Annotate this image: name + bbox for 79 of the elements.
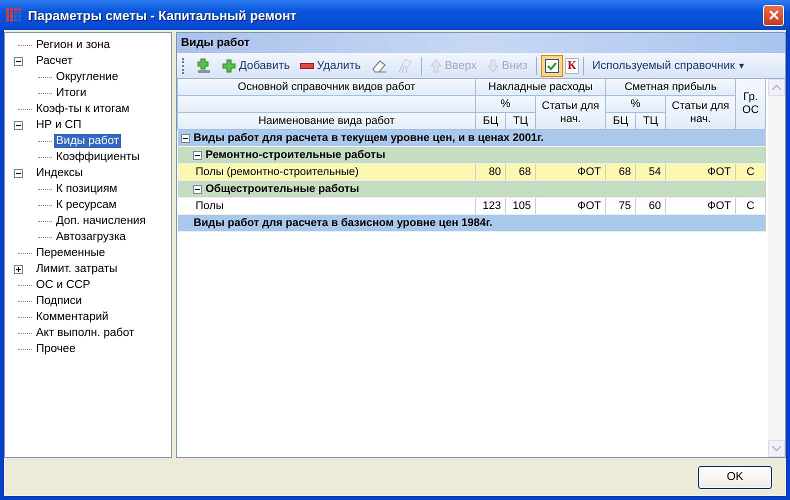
down-caret-icon	[772, 446, 781, 451]
broom-icon	[396, 58, 413, 74]
collapse-toggle[interactable]	[13, 56, 24, 66]
close-icon	[768, 10, 778, 20]
reference-dropdown[interactable]: Используемый справочник ▾	[588, 54, 748, 76]
tree-item[interactable]: Индексы	[34, 166, 85, 180]
tree-item[interactable]: Коэффициенты	[54, 150, 142, 164]
column-header: Гр. ОС	[736, 79, 766, 130]
table-cell: ФОТ	[536, 164, 606, 180]
tree-item[interactable]: К ресурсам	[54, 198, 119, 212]
group-row[interactable]: Виды работ для расчета в базисном уровне цен 1984г.	[178, 214, 766, 232]
subgroup-row[interactable]: Ремонтно-строительные работы	[178, 146, 766, 164]
subgroup-label: Общестроительные работы	[206, 183, 360, 195]
table-cell: 80	[476, 164, 506, 180]
table-cell: С	[736, 164, 766, 180]
tree-item[interactable]: Подписи	[34, 294, 84, 308]
table-cell: 68	[506, 164, 536, 180]
tree-item[interactable]: ОС и ССР	[34, 278, 92, 292]
column-header: %	[606, 96, 666, 112]
plus-icon	[222, 58, 236, 72]
ok-button[interactable]: OK	[698, 466, 772, 488]
collapse-toggle[interactable]	[180, 132, 190, 144]
tree-item[interactable]: Автозагрузка	[54, 230, 128, 244]
checkbox-icon	[544, 58, 559, 72]
column-header: Статьи для нач.	[666, 96, 736, 130]
toolbar-button[interactable]: Удалить	[296, 54, 365, 76]
tree-item[interactable]: К позициям	[54, 182, 120, 196]
tree-item[interactable]: Округление	[54, 70, 120, 84]
collapse-toggle[interactable]	[13, 168, 24, 178]
insert-row-icon	[196, 58, 212, 74]
expand-toggle[interactable]	[13, 264, 24, 274]
window-title: Параметры сметы - Капитальный ремонт	[28, 8, 298, 22]
group-row[interactable]: Виды работ для расчета в текущем уровне цен, и в ценах 2001г.	[178, 130, 766, 146]
table-cell: 68	[606, 164, 636, 180]
tree-item[interactable]: Расчет	[34, 54, 75, 68]
up-arrow-icon	[430, 58, 442, 72]
tree-item[interactable]: Комментарий	[34, 310, 110, 324]
collapse-toggle[interactable]	[13, 120, 24, 130]
eraser-icon	[370, 58, 387, 72]
group-label: Виды работ для расчета в текущем уровне цен, и в ценах 2001г.	[194, 132, 544, 144]
group-label: Виды работ для расчета в базисном уровне цен 1984г.	[194, 217, 492, 229]
collapse-toggle[interactable]	[192, 184, 202, 194]
tree-item[interactable]: Доп. начисления	[54, 214, 148, 228]
table-cell: ФОТ	[666, 164, 736, 180]
close-button[interactable]	[763, 4, 784, 26]
panel-title: Виды работ	[181, 37, 250, 49]
toolbar-button[interactable]: Добавить	[218, 54, 294, 76]
column-header: Основной справочник видов работ	[178, 79, 476, 96]
column-header: ТЦ	[506, 112, 536, 130]
tree-item[interactable]: Акт выполн. работ	[34, 326, 136, 340]
tree-item[interactable]: Переменные	[34, 246, 108, 260]
column-header: Накладные расходы	[476, 79, 606, 96]
tree-item[interactable]: НР и СП	[34, 118, 84, 132]
column-header: БЦ	[606, 112, 636, 130]
column-header: Сметная прибыль	[606, 79, 736, 96]
tree-item[interactable]: Прочее	[34, 342, 78, 356]
toggle-button[interactable]	[540, 54, 563, 76]
tree-item[interactable]: Коэф-ты к итогам	[34, 102, 132, 116]
subgroup-row[interactable]: Общестроительные работы	[178, 180, 766, 198]
tree-item[interactable]: Лимит. затраты	[34, 262, 120, 276]
column-header: %	[476, 96, 536, 112]
down-arrow-icon	[486, 58, 499, 72]
up-caret-icon	[772, 85, 781, 90]
subgroup-label: Ремонтно-строительные работы	[206, 149, 386, 161]
grid-icon	[6, 8, 22, 22]
tree-item[interactable]: Итоги	[54, 86, 88, 100]
tree-item[interactable]: Регион и зона	[34, 38, 112, 52]
scrollbar[interactable]	[768, 79, 785, 457]
column-header: Наименование вида работ	[178, 112, 476, 130]
letter-button[interactable]: К	[564, 58, 580, 74]
toolbar-grip[interactable]	[182, 58, 187, 74]
column-header: Статьи для нач.	[536, 96, 606, 130]
table-cell: 54	[636, 164, 666, 180]
column-header: БЦ	[476, 112, 506, 130]
tree-item[interactable]: Виды работ	[54, 134, 122, 148]
collapse-toggle[interactable]	[192, 150, 202, 160]
table-cell: Полы (ремонтно-строительные)	[178, 164, 476, 180]
column-header: ТЦ	[636, 112, 666, 130]
minus-icon	[300, 62, 314, 68]
